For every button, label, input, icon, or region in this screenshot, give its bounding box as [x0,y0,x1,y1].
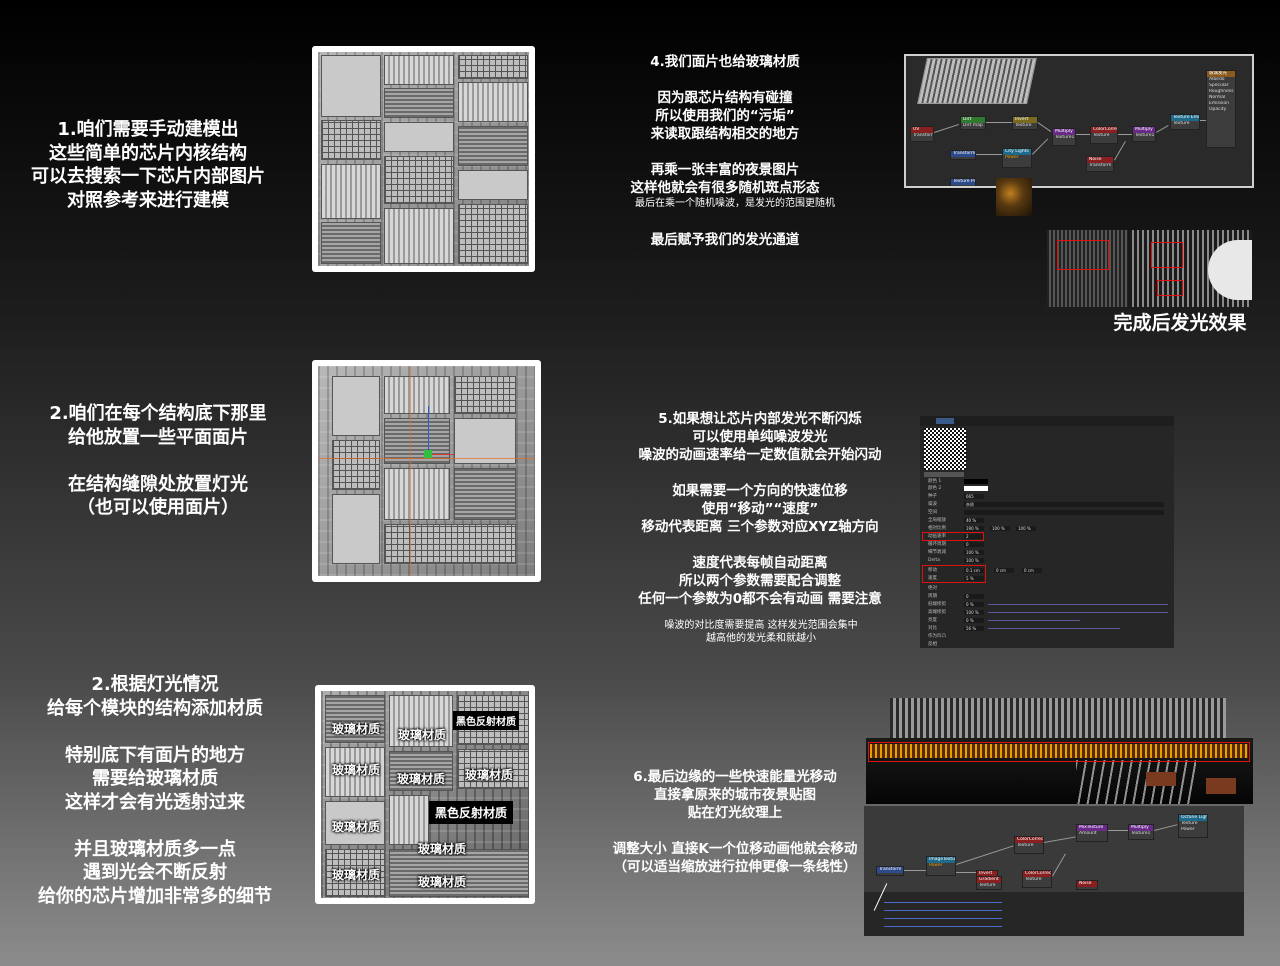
step3-text: 2.根据灯光情况 给每个模块的结构添加材质 特别底下有面片的地方 需要给玻璃材质… [38,674,272,907]
glass-material-label: 玻璃材质 [418,875,467,889]
glow-result-label: 完成后发光效果 [1113,312,1247,334]
noise-properties-panel: 颜色 1 颜色 2 种子 665 噪波 杂质 空间 全局缩放 40 % 相对比例 190… [920,416,1174,648]
glass-material-label: 玻璃材质 [332,868,381,882]
glass-material-label: 玻璃材质 [397,772,446,786]
step6-text: 6.最后边缘的一些快速能量光移动 直接拿原来的城市夜景贴图 贴在灯光纹理上 调整… [612,769,858,875]
step1-text: 1.咱们需要手动建模出 这些简单的芯片内核结构 可以去搜索一下芯片内部图片 对照… [31,119,265,211]
glow-result-render-1 [1047,230,1128,307]
chip-model-image [312,46,535,272]
step4-text: 4.我们面片也给玻璃材质 因为跟芯片结构有碰撞 所以使用我们的“污垢” 来读取跟… [630,54,820,196]
step2-text: 2.咱们在每个结构底下那里 给他放置一些平面面片 在结构缝隙处放置灯光 （也可以… [49,403,267,518]
node-editor-panel-2: Transform ImageTexturePower Invert Color… [864,806,1244,936]
chip-edge-render-main [866,738,1253,804]
glass-material-label: 玻璃材质 [332,820,381,834]
black-reflect-material-label: 黑色反射材质 [429,801,514,824]
glass-material-label: 玻璃材质 [332,763,381,777]
chip-edge-render-top [890,698,1226,740]
step5-note: 噪波的对比度需要提高 这样发光范围会集中 越高他的发光柔和就越小 [664,620,858,644]
chip-lights-image [312,360,541,582]
glass-material-label: 玻璃材质 [398,728,447,742]
city-night-thumbnail [996,178,1032,216]
glass-material-label: 玻璃材质 [465,768,514,782]
glass-material-label: 玻璃材质 [332,722,381,736]
step5-text: 5.如果想让芯片内部发光不断闪烁 可以使用单纯噪波发光 噪波的动画速率给一定数值… [638,411,882,607]
black-reflect-material-label: 黑色反射材质 [453,711,519,730]
glow-result-render-2 [1129,230,1252,307]
step4-note: 最后在乘一个随机噪波，是发光的范围更随机 [635,198,835,209]
material-map-image: 玻璃材质 玻璃材质 黑色反射材质 玻璃材质 玻璃材质 玻璃材质 黑色反射材质 玻… [315,685,535,904]
step4-emission-text: 最后赋予我们的发光通道 [650,232,800,248]
glass-material-label: 玻璃材质 [418,842,467,856]
node-editor-panel-1: UVTransform DirtDirt map InvertTexture T… [904,54,1254,188]
noise-preview [924,428,966,470]
